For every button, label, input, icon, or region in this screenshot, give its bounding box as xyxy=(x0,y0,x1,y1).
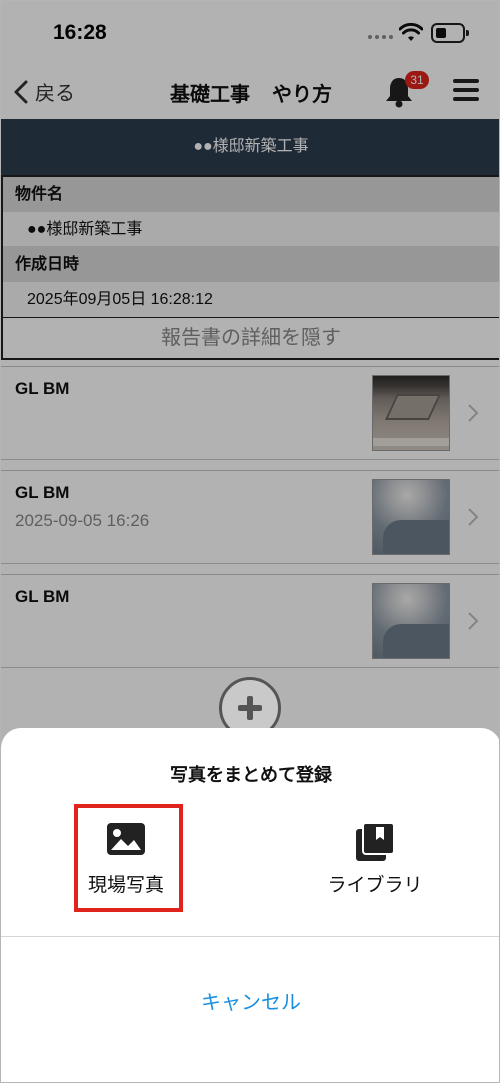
library-label: ライブラリ xyxy=(327,875,423,896)
cancel-button[interactable]: キャンセル xyxy=(1,986,499,1015)
sheet-title: 写真をまとめて登録 xyxy=(170,765,332,785)
library-option[interactable]: ライブラリ xyxy=(305,808,445,908)
app-screen: 16:28 戻る 基礎工事 やり方 31 ●●様邸新築工事 物件名 ●●様邸新築… xyxy=(0,0,500,1083)
photo-library-icon xyxy=(356,822,395,861)
divider xyxy=(1,936,499,937)
highlight-frame xyxy=(74,804,183,912)
